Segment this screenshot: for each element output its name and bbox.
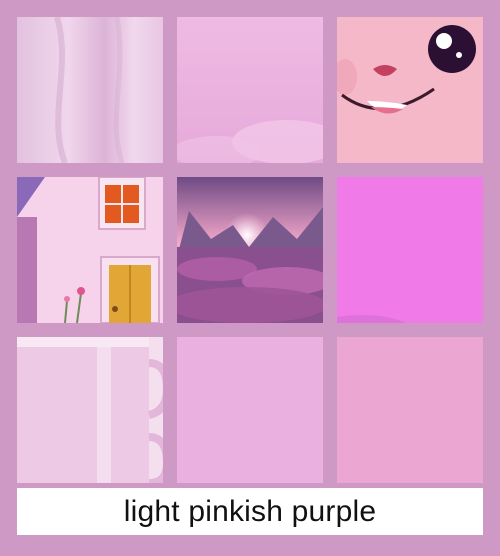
pink-sky-image bbox=[177, 17, 323, 163]
mug-image bbox=[17, 337, 163, 483]
caption-bar: light pinkish purple bbox=[17, 488, 483, 535]
tile-fabric bbox=[17, 17, 163, 163]
tile-cottage bbox=[17, 177, 163, 323]
image-grid bbox=[17, 17, 483, 483]
tile-magenta-swatch bbox=[337, 177, 483, 323]
flower-icon bbox=[77, 287, 85, 295]
landscape-image bbox=[177, 177, 323, 323]
tile-landscape bbox=[177, 177, 323, 323]
light-swatch bbox=[177, 337, 323, 483]
fabric-image bbox=[17, 17, 163, 163]
tile-swatch-light bbox=[177, 337, 323, 483]
eye-icon bbox=[428, 25, 476, 73]
caption-text: light pinkish purple bbox=[123, 494, 377, 528]
tile-cartoon-face bbox=[337, 17, 483, 163]
cartoon-face-image bbox=[337, 17, 483, 163]
rose-swatch bbox=[337, 337, 483, 483]
tile-pink-sky bbox=[177, 17, 323, 163]
house-side bbox=[17, 217, 37, 323]
magenta-swatch bbox=[337, 177, 483, 323]
tile-swatch-rose bbox=[337, 337, 483, 483]
cottage-image bbox=[17, 177, 163, 323]
tile-mug bbox=[17, 337, 163, 483]
